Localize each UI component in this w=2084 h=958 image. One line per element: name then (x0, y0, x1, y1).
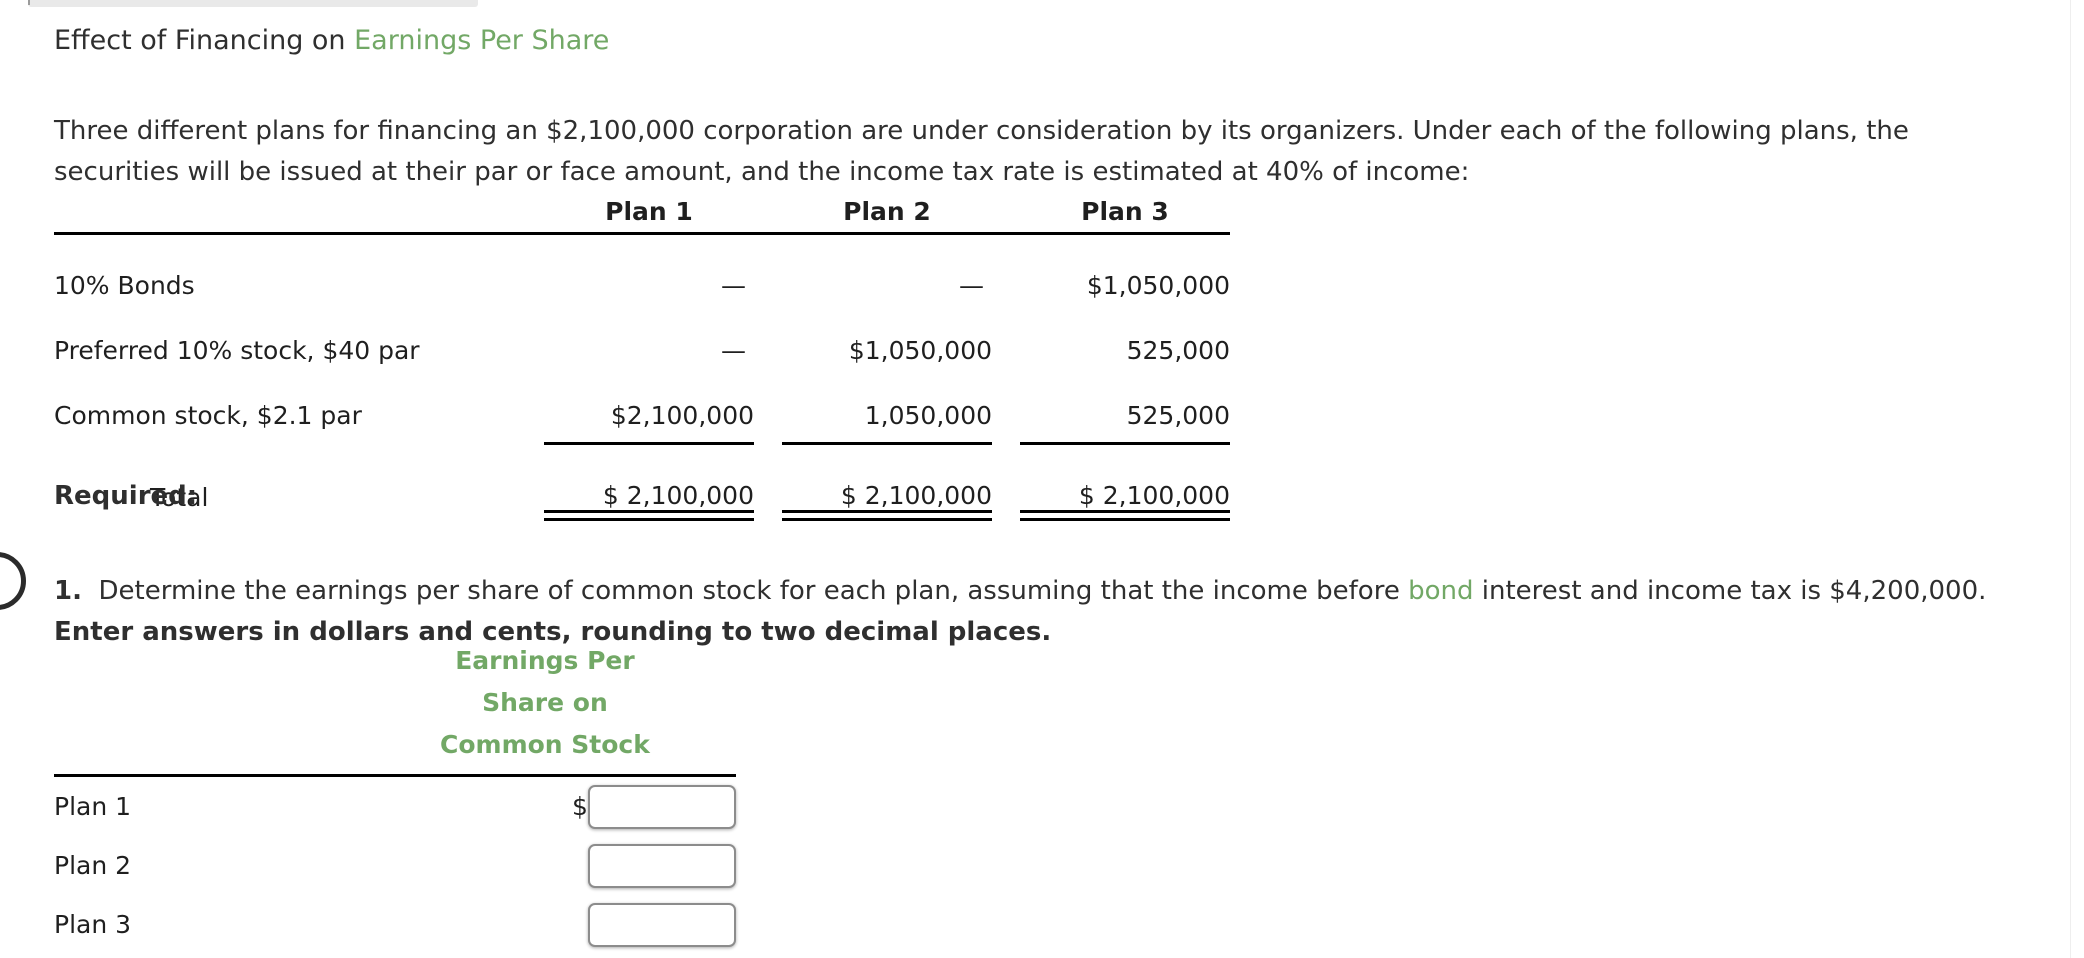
securities-header-blank (54, 182, 544, 232)
answer-header-row: Earnings Per Share on Common Stock (54, 640, 736, 774)
gap-cell (992, 234, 1020, 301)
required-heading: Required: (54, 481, 198, 511)
answer-row-label-plan1: Plan 1 (54, 792, 132, 821)
table-row: Preferred 10% stock, $40 par — $1,050,00… (54, 300, 1230, 365)
intro-paragraph: Three different plans for financing an $… (54, 116, 1909, 187)
toolbar-tick-mark (28, 0, 30, 5)
row-total-plan1: $ 2,100,000 (602, 481, 754, 510)
answer-row-cell-plan3: $ (354, 895, 736, 954)
row-label-bonds: 10% Bonds (54, 271, 195, 300)
securities-subtotal-rule (54, 430, 1230, 445)
cropped-toolbar-strip (28, 0, 478, 7)
row-common-plan3: 525,000 (1126, 401, 1230, 430)
gap-cell (754, 300, 782, 365)
rule-seg-plan3 (1020, 430, 1230, 445)
table-total-row: Total $ 2,100,000 $ 2,100,000 $ 2,100,00… (54, 444, 1230, 512)
question-1-part-a: Determine the earnings per share of comm… (98, 576, 1409, 606)
securities-header-plan2: Plan 2 (843, 197, 931, 226)
answer-input-plan3[interactable] (587, 902, 736, 947)
answer-header-line-3: Common Stock (440, 730, 650, 759)
rule-seg-plan2 (782, 510, 992, 521)
answer-input-plan1[interactable] (587, 784, 736, 829)
securities-header-plan1: Plan 1 (605, 197, 693, 226)
answer-cell-wrap: $ (354, 902, 736, 947)
securities-table-header-row: Plan 1 Plan 2 Plan 3 (54, 182, 1230, 232)
rule-seg-gap1 (754, 512, 782, 520)
gap-cell (754, 365, 782, 430)
cropped-annotation-circle (0, 552, 26, 610)
question-1-part-b: interest and income tax is $4,200,000. (1473, 576, 1987, 606)
securities-header-plan3: Plan 3 (1081, 197, 1169, 226)
row-preferred-plan3: 525,000 (1126, 336, 1230, 365)
table-row: Common stock, $2.1 par $2,100,000 1,050,… (54, 365, 1230, 430)
row-label-common: Common stock, $2.1 par (54, 401, 362, 430)
rule-seg-plan3 (1020, 510, 1230, 521)
answer-input-plan2[interactable] (587, 843, 736, 888)
securities-total-double-rule (54, 510, 1230, 521)
row-label-preferred: Preferred 10% stock, $40 par (54, 336, 420, 365)
page-title-accent: Earnings Per Share (354, 25, 610, 56)
row-bonds-plan1: — (721, 271, 746, 300)
gap-cell (992, 365, 1020, 430)
rule-seg-plan2 (782, 430, 992, 445)
row-total-plan3: $ 2,100,000 (1078, 481, 1230, 510)
answer-row-cell-plan1: $ (354, 776, 736, 837)
securities-header-gap-2 (992, 182, 1020, 232)
dollar-sign-plan1: $ (572, 792, 588, 821)
row-preferred-plan1: — (721, 336, 746, 365)
rule-seg-label (54, 430, 544, 444)
list-item: Plan 2 $ (54, 836, 736, 895)
page-right-edge (2070, 0, 2071, 958)
rule-seg-plan1 (544, 430, 754, 445)
question-1-accent-word: bond (1408, 576, 1474, 606)
rule-seg-gap2 (992, 430, 1020, 444)
answer-row-label-plan2: Plan 2 (54, 851, 132, 880)
table-row: 10% Bonds — — $1,050,000 (54, 234, 1230, 301)
row-common-plan2: 1,050,000 (864, 401, 992, 430)
row-preferred-plan2: $1,050,000 (848, 336, 992, 365)
rule-seg-gap1 (754, 430, 782, 444)
gap-cell (992, 444, 1020, 512)
securities-table: Plan 1 Plan 2 Plan 3 10% Bonds — — $1,05… (54, 182, 1230, 521)
rule-seg-gap2 (992, 512, 1020, 520)
answer-row-cell-plan2: $ (354, 836, 736, 895)
row-bonds-plan3: $1,050,000 (1086, 271, 1230, 300)
answer-header-blank (54, 640, 354, 774)
list-item: Plan 1 $ (54, 776, 736, 837)
securities-header-gap-1 (754, 182, 782, 232)
rule-seg-label (54, 512, 544, 520)
row-common-plan1: $2,100,000 (610, 401, 754, 430)
row-total-plan2: $ 2,100,000 (840, 481, 992, 510)
gap-cell (754, 444, 782, 512)
answer-cell-wrap: $ (354, 843, 736, 888)
answer-table: Earnings Per Share on Common Stock Plan … (54, 640, 736, 954)
page-title-plain: Effect of Financing on (54, 25, 355, 56)
gap-cell (754, 234, 782, 301)
answer-header-title: Earnings Per Share on Common Stock (354, 640, 736, 774)
row-bonds-plan2: — (959, 271, 984, 300)
answer-header-line-2: Share on (482, 688, 608, 717)
rule-seg-plan1 (544, 510, 754, 521)
answer-row-label-plan3: Plan 3 (54, 910, 132, 939)
gap-cell (992, 300, 1020, 365)
answer-cell-wrap: $ (354, 784, 736, 829)
answer-header-line-1: Earnings Per (455, 646, 635, 675)
question-1-number: 1. (54, 576, 82, 606)
page-title: Effect of Financing on Earnings Per Shar… (54, 24, 609, 58)
list-item: Plan 3 $ (54, 895, 736, 954)
